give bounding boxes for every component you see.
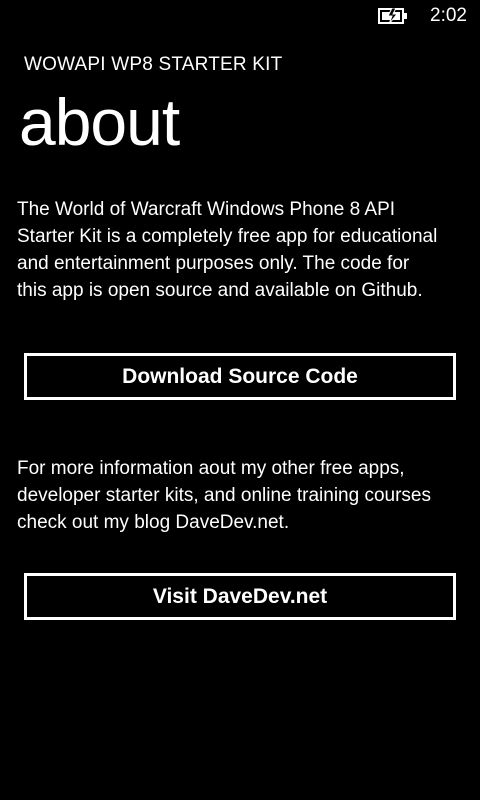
- battery-charging-icon: [378, 8, 407, 24]
- status-bar: 2:02: [0, 0, 480, 32]
- status-time: 2:02: [430, 5, 467, 26]
- visit-davedev-button[interactable]: Visit DaveDev.net: [24, 573, 456, 620]
- more-info-text: For more information aout my other free …: [17, 458, 432, 533]
- intro-text: The World of Warcraft Windows Phone 8 AP…: [17, 199, 438, 301]
- download-source-code-button[interactable]: Download Source Code: [24, 353, 456, 400]
- page-title: about: [19, 85, 180, 159]
- app-title: WOWAPI WP8 STARTER KIT: [24, 54, 283, 75]
